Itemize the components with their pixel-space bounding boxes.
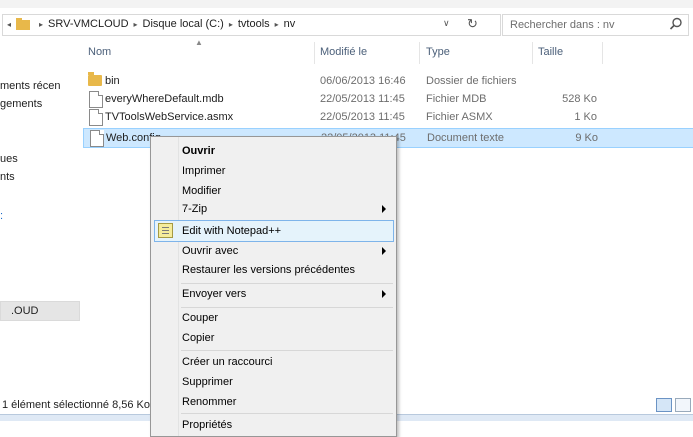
- file-type: Document texte: [427, 132, 505, 144]
- nav-item-documents[interactable]: nts: [0, 171, 15, 183]
- file-row[interactable]: TVToolsWebService.asmx 22/05/2013 11:45 …: [83, 108, 693, 126]
- menu-item-label: Envoyer vers: [182, 288, 247, 300]
- menu-item-cut[interactable]: Couper: [151, 308, 396, 328]
- folder-icon: [88, 72, 102, 86]
- refresh-icon[interactable]: ↻: [467, 16, 478, 32]
- chevron-left-icon[interactable]: ◂: [7, 20, 11, 29]
- file-row[interactable]: everyWhereDefault.mdb 22/05/2013 11:45 F…: [83, 90, 693, 108]
- menu-separator: [181, 413, 393, 414]
- menu-item-open[interactable]: Ouvrir: [151, 141, 396, 161]
- menu-item-label: Modifier: [182, 185, 222, 197]
- details-view-icon[interactable]: [656, 398, 672, 412]
- column-divider[interactable]: [419, 42, 420, 64]
- menu-separator: [181, 350, 393, 351]
- nav-item-downloads[interactable]: gements: [0, 98, 42, 110]
- address-box[interactable]: ◂ ▸ SRV-VMCLOUD ▸ Disque local (C:) ▸ tv…: [2, 14, 501, 36]
- menu-item-label: Edit with Notepad++: [182, 225, 282, 237]
- menu-item-edit[interactable]: Modifier: [151, 181, 396, 201]
- menu-item-properties[interactable]: Propriétés: [151, 415, 396, 435]
- menu-item-label: Copier: [182, 332, 215, 344]
- chevron-right-icon[interactable]: ▸: [229, 20, 233, 29]
- search-placeholder: Rechercher dans : nv: [510, 19, 615, 31]
- column-divider[interactable]: [314, 42, 315, 64]
- folder-icon: [16, 18, 31, 30]
- breadcrumb-item[interactable]: tvtools: [238, 18, 270, 30]
- menu-item-7zip[interactable]: 7-Zip: [151, 199, 396, 219]
- file-modified: 06/06/2013 16:46: [320, 75, 406, 87]
- chevron-down-icon[interactable]: ∨: [443, 18, 450, 29]
- menu-item-label: 7-Zip: [182, 203, 208, 215]
- menu-item-create-shortcut[interactable]: Créer un raccourci: [151, 352, 396, 372]
- menu-item-label: Propriétés: [182, 419, 233, 431]
- nav-item-label: .OUD: [11, 305, 39, 317]
- file-type: Fichier MDB: [426, 93, 487, 105]
- file-type: Fichier ASMX: [426, 111, 493, 123]
- nav-item-computer[interactable]: .OUD: [0, 301, 80, 321]
- file-type: Dossier de fichiers: [426, 75, 517, 87]
- search-icon[interactable]: [669, 17, 683, 31]
- column-header-name[interactable]: Nom: [88, 46, 111, 58]
- menu-item-label: Restaurer les versions précédentes: [182, 264, 356, 276]
- column-divider[interactable]: [532, 42, 533, 64]
- column-divider[interactable]: [602, 42, 603, 64]
- submenu-arrow-icon: [382, 290, 386, 298]
- file-size: 528 Ko: [562, 93, 597, 105]
- navigation-pane: ments récen gements ues nts : .OUD: [0, 40, 80, 398]
- menu-item-rename[interactable]: Renommer: [151, 392, 396, 412]
- large-icons-view-icon[interactable]: [675, 398, 691, 412]
- menu-item-label: Ouvrir: [182, 145, 216, 157]
- file-modified: 22/05/2013 11:45: [320, 111, 405, 123]
- context-menu: Ouvrir Imprimer Modifier 7-Zip Edit with…: [150, 136, 397, 437]
- breadcrumb: ◂ ▸ SRV-VMCLOUD ▸ Disque local (C:) ▸ tv…: [7, 18, 295, 30]
- menu-item-open-with[interactable]: Ouvrir avec: [151, 241, 396, 261]
- column-header-modified[interactable]: Modifié le: [320, 46, 367, 58]
- notepadpp-icon: [158, 223, 173, 238]
- menu-item-restore-versions[interactable]: Restaurer les versions précédentes: [151, 260, 396, 280]
- submenu-arrow-icon: [382, 247, 386, 255]
- file-icon: [89, 91, 103, 108]
- window-top-strip: [0, 0, 693, 8]
- file-name: TVToolsWebService.asmx: [105, 111, 234, 123]
- search-input[interactable]: Rechercher dans : nv: [502, 14, 689, 36]
- file-icon: [89, 109, 103, 126]
- menu-item-label: Imprimer: [182, 165, 226, 177]
- menu-item-print[interactable]: Imprimer: [151, 161, 396, 181]
- menu-item-label: Couper: [182, 312, 219, 324]
- chevron-right-icon[interactable]: ▸: [39, 20, 43, 29]
- file-row[interactable]: bin 06/06/2013 16:46 Dossier de fichiers: [83, 72, 693, 90]
- file-size: 9 Ko: [575, 132, 598, 144]
- column-header-type[interactable]: Type: [426, 46, 450, 58]
- breadcrumb-item[interactable]: nv: [284, 18, 296, 30]
- menu-item-send-to[interactable]: Envoyer vers: [151, 284, 396, 304]
- file-name: everyWhereDefault.mdb: [105, 93, 224, 105]
- menu-item-label: Créer un raccourci: [182, 356, 273, 368]
- column-header-row: ▲ Nom Modifié le Type Taille: [80, 38, 693, 64]
- menu-item-delete[interactable]: Supprimer: [151, 372, 396, 392]
- menu-item-label: Ouvrir avec: [182, 245, 239, 257]
- menu-item-label: Renommer: [182, 396, 237, 408]
- breadcrumb-item[interactable]: Disque local (C:): [143, 18, 224, 30]
- nav-item-recent[interactable]: ments récen: [0, 80, 61, 92]
- sort-ascending-icon: ▲: [195, 38, 203, 47]
- chevron-right-icon[interactable]: ▸: [134, 20, 138, 29]
- menu-item-copy[interactable]: Copier: [151, 328, 396, 348]
- column-header-size[interactable]: Taille: [538, 46, 563, 58]
- nav-expander[interactable]: :: [0, 210, 3, 222]
- breadcrumb-item[interactable]: SRV-VMCLOUD: [48, 18, 128, 30]
- file-icon: [90, 130, 104, 147]
- submenu-arrow-icon: [382, 205, 386, 213]
- chevron-right-icon[interactable]: ▸: [275, 20, 279, 29]
- file-name: bin: [105, 75, 120, 87]
- nav-item-libraries[interactable]: ues: [0, 153, 18, 165]
- status-text: 1 élément sélectionné 8,56 Ko: [2, 399, 150, 411]
- file-size: 1 Ko: [574, 111, 597, 123]
- menu-item-label: Supprimer: [182, 376, 233, 388]
- file-modified: 22/05/2013 11:45: [320, 93, 405, 105]
- address-bar: ◂ ▸ SRV-VMCLOUD ▸ Disque local (C:) ▸ tv…: [0, 12, 693, 38]
- menu-item-edit-with-notepadpp[interactable]: Edit with Notepad++: [154, 220, 394, 242]
